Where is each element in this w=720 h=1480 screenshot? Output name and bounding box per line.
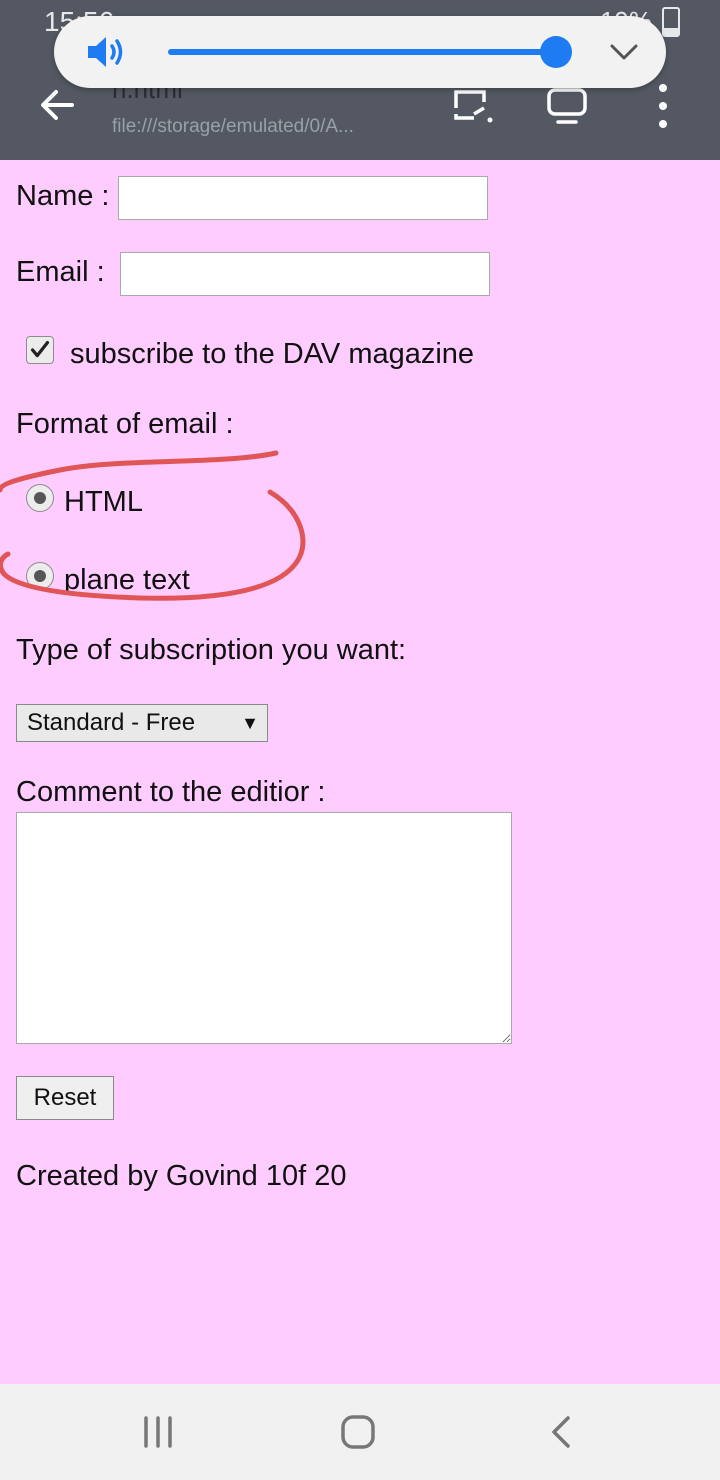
subscription-label: Type of subscription you want: <box>16 634 407 666</box>
volume-slider-thumb[interactable] <box>540 36 573 68</box>
format-label: Format of email : <box>16 408 234 440</box>
subscribe-label: subscribe to the DAV magazine <box>70 338 475 370</box>
home-icon[interactable] <box>340 1414 376 1450</box>
footer-text: Created by Govind 10f 20 <box>16 1160 347 1192</box>
more-menu-icon[interactable] <box>648 84 678 128</box>
reset-button[interactable]: Reset <box>16 1076 114 1120</box>
page-url[interactable]: file:///storage/emulated/0/A... <box>112 116 354 138</box>
battery-icon <box>662 6 680 37</box>
speaker-icon[interactable] <box>86 34 130 70</box>
back-nav-icon[interactable] <box>548 1414 572 1450</box>
format-radio-plain[interactable] <box>26 562 54 590</box>
system-navbar <box>0 1384 720 1480</box>
recent-apps-icon[interactable] <box>142 1414 174 1450</box>
chevron-down-icon[interactable] <box>608 38 640 66</box>
volume-slider[interactable] <box>168 36 573 68</box>
email-field[interactable] <box>120 252 490 296</box>
name-field[interactable] <box>118 176 488 220</box>
checkmark-icon <box>30 340 50 358</box>
back-arrow-icon[interactable] <box>36 84 78 126</box>
dropdown-arrow-icon: ▼ <box>241 713 259 733</box>
cast-icon[interactable] <box>450 84 494 128</box>
page-content: Name : Email : subscribe to the DAV maga… <box>0 160 720 1384</box>
comment-textarea[interactable] <box>16 812 512 1044</box>
volume-panel <box>54 16 666 88</box>
format-radio-html[interactable] <box>26 484 54 512</box>
email-label: Email : <box>16 256 105 288</box>
subscribe-checkbox[interactable] <box>26 336 54 364</box>
format-option-html: HTML <box>64 486 143 518</box>
subscription-selected-value: Standard - Free <box>27 709 196 736</box>
name-label: Name : <box>16 180 110 212</box>
subscription-select[interactable]: Standard - Free ▼ <box>16 704 268 742</box>
comment-label: Comment to the editior : <box>16 776 326 808</box>
tabs-icon[interactable] <box>546 84 590 128</box>
format-option-plain: plane text <box>64 564 190 596</box>
